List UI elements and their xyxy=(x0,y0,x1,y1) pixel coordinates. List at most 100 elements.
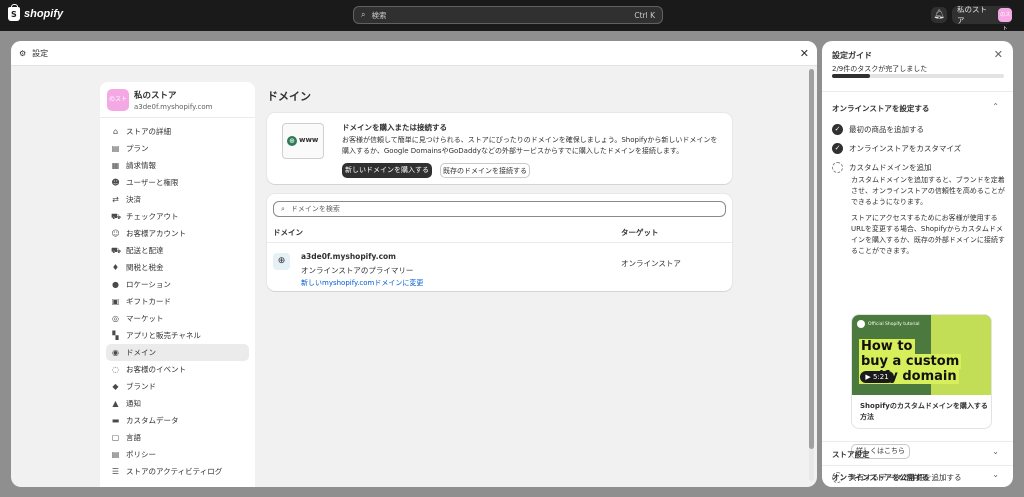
global-search-input[interactable]: ⌕ 検索 Ctrl K xyxy=(353,6,663,24)
domain-icon: ◉ xyxy=(112,348,119,357)
sidebar-item-label: 関税と税金 xyxy=(126,263,164,272)
scrollbar-thumb[interactable] xyxy=(809,69,814,449)
sidebar-item[interactable]: ⛟ 配送と配達 xyxy=(106,242,249,259)
sidebar-item-label: 請求情報 xyxy=(126,161,156,170)
sidebar-item-label: お客様アカウント xyxy=(126,229,186,238)
shopify-icon xyxy=(857,320,865,328)
task-label: 最初の商品を追加する xyxy=(849,125,924,134)
guide-progress-bar xyxy=(832,74,1004,78)
brand-name: shopify xyxy=(24,8,64,20)
check-circle-icon: ✓ xyxy=(832,124,843,135)
sidebar-item-label: ストアのアクティビティログ xyxy=(126,467,223,476)
domain-name[interactable]: a3de0f.myshopify.com xyxy=(301,252,396,261)
sidebar-item[interactable]: ▲ 通知 xyxy=(106,395,249,412)
sidebar-item[interactable]: ▚ アプリと販売チャネル xyxy=(106,327,249,344)
check-circle-icon: ✓ xyxy=(832,143,843,154)
sidebar-item[interactable]: ◆ ブランド xyxy=(106,378,249,395)
domain-list-card: ⌕ ドメインを検索 ドメイン ターゲット ⊕ a3de0f.myshopify.… xyxy=(267,194,732,291)
video-caption: Shopifyのカスタムドメインを購入する方法 xyxy=(860,402,988,421)
store-avatar: のスト xyxy=(998,8,1012,32)
sidebar-item-label: プラン xyxy=(126,144,149,153)
bell-icon: ▲ xyxy=(112,399,119,408)
task-item[interactable]: ✓ オンラインストアをカスタマイズ xyxy=(832,143,961,154)
sidebar-item[interactable]: ◉ ドメイン xyxy=(106,344,249,361)
sidebar-item[interactable]: ● ロケーション xyxy=(106,276,249,293)
billing-icon: ▦ xyxy=(111,161,120,170)
policy-icon: ▤ xyxy=(111,450,120,459)
sidebar-item[interactable]: ▣ ギフトカード xyxy=(106,293,249,310)
sidebar-item[interactable]: ⇄ 決済 xyxy=(106,191,249,208)
column-header-domain: ドメイン xyxy=(273,228,303,237)
person-icon: ☺ xyxy=(111,229,120,238)
search-placeholder: 検索 xyxy=(371,10,387,20)
sidebar-item[interactable]: ▦ 請求情報 xyxy=(106,157,249,174)
sidebar-item[interactable]: ▤ プラン xyxy=(106,140,249,157)
sidebar-item-label: 通知 xyxy=(126,399,141,408)
notification-bell-icon[interactable]: 🔔︎ xyxy=(931,7,947,23)
buy-domain-card: ⊕ www ドメインを購入または接続する お客様が信頼して簡単に見つけられる、ス… xyxy=(267,113,732,184)
users-icon: ☻ xyxy=(111,178,120,187)
domain-search-input[interactable]: ⌕ ドメインを検索 xyxy=(273,201,726,217)
search-icon: ⌕ xyxy=(281,204,285,213)
globe-icon: ◎ xyxy=(112,314,119,323)
sidebar-item-label: ユーザーと権限 xyxy=(126,178,179,187)
sidebar-item-label: 配送と配達 xyxy=(126,246,164,255)
connect-domain-button[interactable]: 既存のドメインを接続する xyxy=(440,163,530,178)
language-icon: ▢ xyxy=(111,433,120,442)
location-icon: ● xyxy=(112,280,119,289)
store-name: 私のストア xyxy=(134,91,177,101)
sidebar-item[interactable]: ▬ カスタムデータ xyxy=(106,412,249,429)
section-title[interactable]: オンラインストアを設定する xyxy=(832,103,929,114)
setup-guide-panel: 設定ガイド ✕ 2/9件のタスクが完了しました オンラインストアを設定する ⌃ … xyxy=(822,41,1013,487)
sidebar-item-label: マーケット xyxy=(126,314,164,323)
task-item[interactable]: カスタムドメインを追加 xyxy=(832,162,932,173)
sidebar-item[interactable]: ▢ 言語 xyxy=(106,429,249,446)
task-item[interactable]: ✓ 最初の商品を追加する xyxy=(832,124,924,135)
video-thumbnail: Official Shopify tutorial How to buy a c… xyxy=(852,315,991,395)
settings-panel: ⚙ 設定 ✕ のスト 私のストア a3de0f.myshopify.com ⌂ ス… xyxy=(11,41,817,487)
sidebar-item-label: チェックアウト xyxy=(126,212,179,221)
change-domain-link[interactable]: 新しいmyshopify.comドメインに変更 xyxy=(301,278,423,288)
buy-domain-button[interactable]: 新しいドメインを購入する xyxy=(342,163,432,178)
chevron-down-icon: ⌄ xyxy=(992,470,999,479)
settings-title: 設定 xyxy=(32,48,49,58)
sidebar-item[interactable]: ♦ 関税と税金 xyxy=(106,259,249,276)
close-settings-button[interactable]: ✕ xyxy=(800,47,809,60)
section-publish[interactable]: オンラインストアを公開する ⌄ xyxy=(822,465,1013,487)
play-button[interactable]: ▶ 5:21 xyxy=(860,371,894,383)
close-guide-button[interactable]: ✕ xyxy=(994,48,1003,61)
sidebar-item-label: ポリシー xyxy=(126,450,156,459)
page-title: ドメイン xyxy=(267,90,311,103)
settings-header: ⚙ 設定 ✕ xyxy=(11,41,817,66)
sidebar-item-label: アプリと販売チャネル xyxy=(126,331,201,340)
sidebar-item[interactable]: ⌂ ストアの詳細 xyxy=(106,123,249,140)
tutorial-video[interactable]: Official Shopify tutorial How to buy a c… xyxy=(851,314,992,429)
video-label: Official Shopify tutorial xyxy=(857,320,919,328)
store-icon: ⌂ xyxy=(112,127,119,136)
task-description: ストアにアクセスするためにお客様が使用するURLを変更する場合、Shopifyか… xyxy=(851,214,1005,255)
sidebar-item[interactable]: ☻ ユーザーと権限 xyxy=(106,174,249,191)
section-title: ストア設定 xyxy=(832,450,870,459)
sidebar-item-label: ギフトカード xyxy=(126,297,171,306)
store-menu-button[interactable]: 私のストア のスト xyxy=(952,5,1012,32)
guide-title: 設定ガイド xyxy=(832,51,872,60)
domain-search-placeholder: ドメインを検索 xyxy=(290,205,340,213)
shopify-bag-icon: S xyxy=(8,4,20,21)
store-url: a3de0f.myshopify.com xyxy=(134,103,213,111)
sidebar-item[interactable]: ▤ ポリシー xyxy=(106,446,249,463)
sidebar-item-label: ドメイン xyxy=(126,348,156,357)
store-header[interactable]: のスト 私のストア a3de0f.myshopify.com xyxy=(100,89,255,118)
sidebar-item[interactable]: ⛟ チェックアウト xyxy=(106,208,249,225)
sidebar-item[interactable]: ◌ お客様のイベント xyxy=(106,361,249,378)
buy-card-description: お客様が信頼して簡単に見つけられる、ストアにぴったりのドメインを確保しましょう。… xyxy=(342,136,718,155)
dashed-circle-icon xyxy=(832,162,843,173)
sidebar-item[interactable]: ☺ お客様アカウント xyxy=(106,225,249,242)
chevron-up-icon[interactable]: ⌃ xyxy=(992,102,999,111)
sidebar-item[interactable]: ◎ マーケット xyxy=(106,310,249,327)
shopify-logo[interactable]: S shopify xyxy=(8,4,64,21)
settings-scrollbar[interactable] xyxy=(809,69,814,481)
column-header-target: ターゲット xyxy=(621,228,659,237)
section-store-settings[interactable]: ストア設定 ⌄ xyxy=(822,441,1013,465)
sidebar-item[interactable]: ☰ ストアのアクティビティログ xyxy=(106,463,249,480)
sidebar-item-label: お客様のイベント xyxy=(126,365,186,374)
